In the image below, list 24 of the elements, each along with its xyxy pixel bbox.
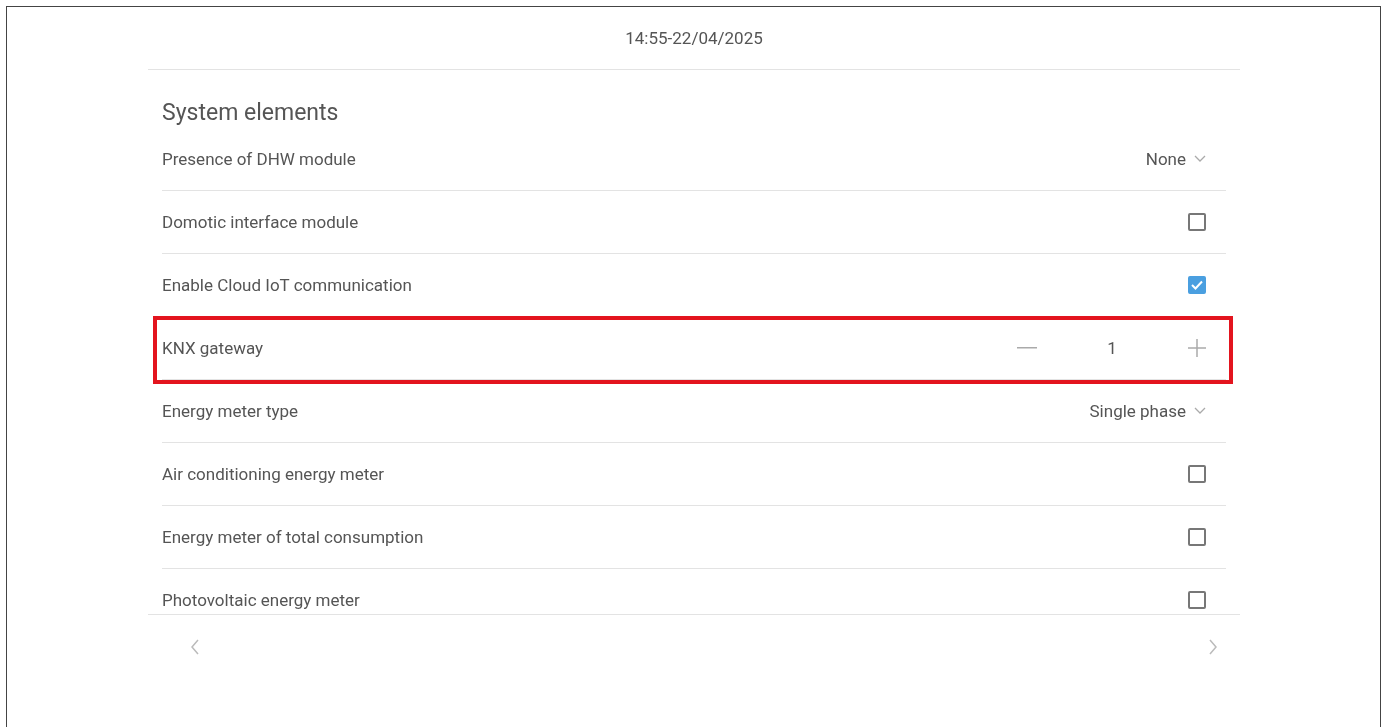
section-title: System elements bbox=[162, 98, 340, 128]
setting-label: Energy meter type bbox=[162, 401, 299, 421]
setting-label: Energy meter of total consumption bbox=[162, 527, 424, 547]
setting-label: Presence of DHW module bbox=[162, 149, 356, 169]
next-icon[interactable] bbox=[1208, 639, 1218, 655]
checkbox[interactable] bbox=[1188, 465, 1206, 483]
dropdown[interactable]: Single phase bbox=[1089, 401, 1206, 421]
setting-label: Air conditioning energy meter bbox=[162, 464, 385, 484]
stepper-value: 1 bbox=[1106, 338, 1118, 358]
checkbox[interactable] bbox=[1188, 591, 1206, 609]
dropdown[interactable]: None bbox=[1145, 149, 1206, 169]
date-time: 14:55-22/04/2025 bbox=[625, 28, 763, 48]
checkbox[interactable] bbox=[1188, 213, 1206, 231]
checkbox[interactable] bbox=[1188, 276, 1206, 294]
chevron-down-icon bbox=[1194, 407, 1206, 415]
minus-icon[interactable] bbox=[1017, 347, 1037, 349]
setting-label: Photovoltaic energy meter bbox=[162, 590, 360, 610]
plus-icon[interactable] bbox=[1188, 339, 1206, 357]
previous-icon[interactable] bbox=[190, 639, 200, 655]
setting-label: Domotic interface module bbox=[162, 212, 359, 232]
checkbox[interactable] bbox=[1188, 528, 1206, 546]
setting-label: Enable Cloud IoT communication bbox=[162, 275, 412, 295]
chevron-down-icon bbox=[1194, 155, 1206, 163]
setting-label: KNX gateway bbox=[162, 338, 264, 358]
